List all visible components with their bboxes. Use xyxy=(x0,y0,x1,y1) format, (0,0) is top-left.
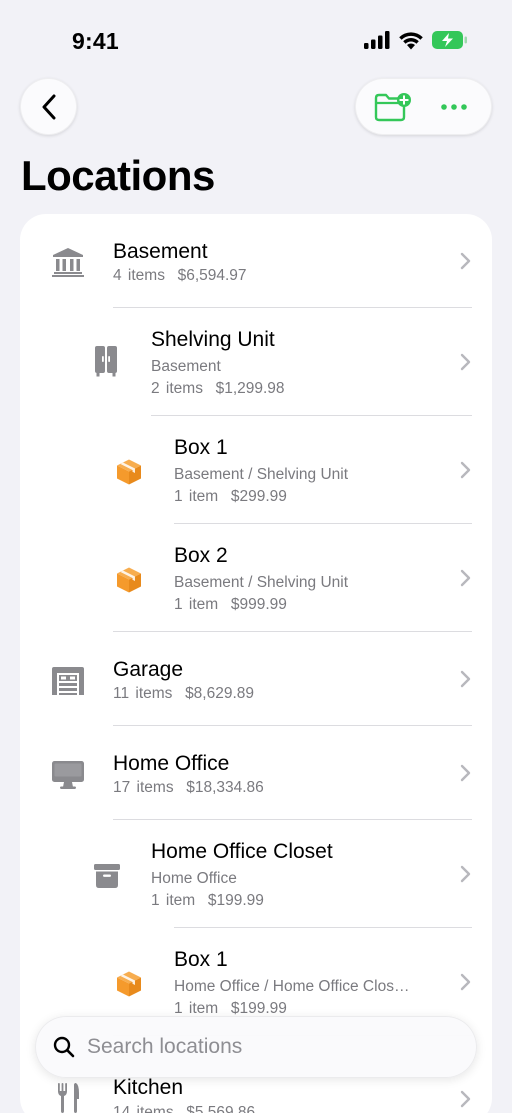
toolbar-actions xyxy=(355,78,492,135)
total-value: $999.99 xyxy=(230,596,287,613)
location-row-box-1[interactable]: Box 1 Basement / Shelving Unit 1 item $2… xyxy=(20,416,492,524)
box-icon xyxy=(117,567,141,593)
total-value: $6,594.97 xyxy=(177,267,247,284)
location-path: Basement xyxy=(151,358,221,375)
chevron-right-icon xyxy=(460,670,471,688)
location-row-basement[interactable]: Basement 4 items $6,594.97 xyxy=(20,214,492,308)
location-stats: 1 item $199.99 xyxy=(151,892,264,910)
status-icons xyxy=(364,30,468,50)
location-row-home-office-closet[interactable]: Home Office Closet Home Office 1 item $1… xyxy=(20,820,492,928)
item-count: 11 items xyxy=(113,685,173,702)
chevron-right-icon xyxy=(460,461,471,479)
item-count: 2 items xyxy=(151,380,203,397)
desktop-computer-icon xyxy=(52,761,84,789)
location-stats: 14 items $5,569.86 xyxy=(113,1104,255,1113)
location-name: Kitchen xyxy=(113,1076,184,1099)
search-icon xyxy=(53,1036,75,1058)
search-input[interactable] xyxy=(87,1035,427,1059)
location-stats: 1 item $299.99 xyxy=(174,488,287,506)
location-name: Shelving Unit xyxy=(151,328,275,351)
wifi-icon xyxy=(399,32,423,50)
page-title: Locations xyxy=(21,152,215,199)
locations-list: Basement 4 items $6,594.97 Shelving Unit… xyxy=(20,214,492,1113)
garage-icon xyxy=(52,667,84,695)
status-bar: 9:41 xyxy=(0,0,512,80)
more-button[interactable] xyxy=(429,87,479,127)
total-value: $18,334.86 xyxy=(186,779,264,796)
total-value: $1,299.98 xyxy=(215,380,285,397)
location-stats: 17 items $18,334.86 xyxy=(113,779,264,797)
chevron-right-icon xyxy=(460,764,471,782)
add-location-button[interactable] xyxy=(368,87,418,127)
location-name: Box 1 xyxy=(174,948,228,971)
item-count: 1 item xyxy=(174,488,219,505)
chevron-left-icon xyxy=(42,94,55,119)
total-value: $8,629.89 xyxy=(185,685,255,702)
item-count: 4 items xyxy=(113,267,165,284)
building-columns-icon xyxy=(52,248,84,277)
back-button[interactable] xyxy=(20,78,77,135)
location-name: Box 2 xyxy=(174,544,228,567)
location-row-home-office[interactable]: Home Office 17 items $18,334.86 xyxy=(20,726,492,820)
chevron-right-icon xyxy=(460,252,471,270)
fork-knife-icon xyxy=(58,1083,79,1113)
location-name: Box 1 xyxy=(174,436,228,459)
battery-charging-icon xyxy=(432,31,467,49)
chevron-right-icon xyxy=(460,973,471,991)
location-name: Home Office Closet xyxy=(151,840,333,863)
cellular-signal-icon xyxy=(364,31,390,49)
chevron-right-icon xyxy=(460,353,471,371)
total-value: $299.99 xyxy=(230,488,287,505)
location-row-box-2[interactable]: Box 2 Basement / Shelving Unit 1 item $9… xyxy=(20,524,492,632)
total-value: $199.99 xyxy=(207,892,264,909)
location-path: Basement / Shelving Unit xyxy=(174,574,349,591)
archive-box-icon xyxy=(94,864,120,888)
item-count: 1 item xyxy=(174,1000,219,1017)
ellipsis-icon xyxy=(440,103,467,110)
location-name: Home Office xyxy=(113,752,230,775)
status-time: 9:41 xyxy=(72,28,119,54)
total-value: $199.99 xyxy=(230,1000,287,1017)
location-stats: 1 item $999.99 xyxy=(174,596,287,614)
search-bar[interactable] xyxy=(35,1016,477,1078)
total-value: $5,569.86 xyxy=(186,1104,256,1113)
item-count: 17 items xyxy=(113,779,174,796)
item-count: 1 item xyxy=(151,892,196,909)
chevron-right-icon xyxy=(460,569,471,587)
location-path: Basement / Shelving Unit xyxy=(174,466,349,483)
location-path: Home Office xyxy=(151,870,237,887)
location-name: Garage xyxy=(113,658,184,681)
location-row-shelving-unit[interactable]: Shelving Unit Basement 2 items $1,299.98 xyxy=(20,308,492,416)
folder-plus-icon xyxy=(375,92,412,121)
location-row-garage[interactable]: Garage 11 items $8,629.89 xyxy=(20,632,492,726)
chevron-right-icon xyxy=(460,1090,471,1108)
box-icon xyxy=(117,459,141,485)
item-count: 1 item xyxy=(174,596,219,613)
location-name: Basement xyxy=(113,240,208,263)
cabinet-icon xyxy=(95,346,117,377)
location-stats: 4 items $6,594.97 xyxy=(113,267,247,285)
location-path: Home Office / Home Office Clos… xyxy=(174,978,410,995)
location-stats: 2 items $1,299.98 xyxy=(151,380,285,398)
box-icon xyxy=(117,971,141,997)
chevron-right-icon xyxy=(460,865,471,883)
item-count: 14 items xyxy=(113,1104,174,1113)
location-stats: 11 items $8,629.89 xyxy=(113,685,254,703)
